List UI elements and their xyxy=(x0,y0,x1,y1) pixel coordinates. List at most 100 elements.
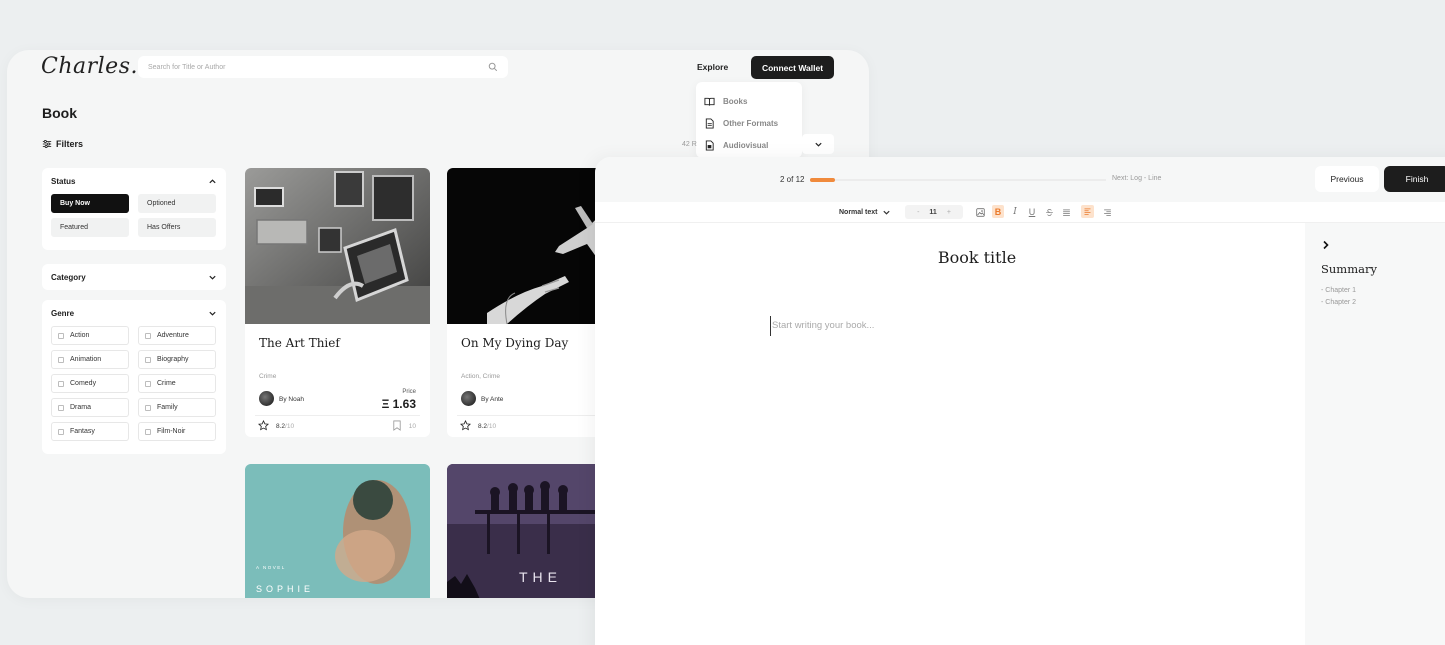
category-title: Category xyxy=(51,272,86,282)
strikethrough-icon xyxy=(1045,208,1053,216)
bookmark-count: 10 xyxy=(408,423,416,430)
search-input[interactable]: Search for Title or Author xyxy=(138,56,508,78)
rating-value: 8.2 xyxy=(276,423,286,430)
price-label: Price xyxy=(402,389,416,395)
status-featured[interactable]: Featured xyxy=(51,218,129,237)
checkbox[interactable] xyxy=(58,332,64,339)
checkbox[interactable] xyxy=(145,404,151,411)
genre-title: Genre xyxy=(51,308,75,318)
checkbox[interactable] xyxy=(145,428,151,435)
author-avatar xyxy=(461,391,476,406)
genre-action[interactable]: Action xyxy=(51,326,129,345)
genre-fantasy[interactable]: Fantasy xyxy=(51,422,129,441)
genre-header[interactable]: Genre xyxy=(51,300,217,326)
previous-button[interactable]: Previous xyxy=(1315,166,1379,192)
font-size-decrease[interactable]: - xyxy=(917,209,919,216)
text-style-value: Normal text xyxy=(839,208,878,216)
sort-select[interactable] xyxy=(802,134,834,154)
genre-crime[interactable]: Crime xyxy=(138,374,216,393)
font-size-increase[interactable]: + xyxy=(947,209,951,216)
progress-bar xyxy=(810,178,1106,182)
explore-link[interactable]: Explore xyxy=(697,62,728,72)
chevron-right-icon[interactable] xyxy=(1321,240,1331,250)
category-filter-panel[interactable]: Category xyxy=(42,264,226,290)
genre-comedy[interactable]: Comedy xyxy=(51,374,129,393)
divider xyxy=(255,415,420,416)
progress-text: 2 of 12 xyxy=(780,175,805,184)
document-body-input[interactable]: Start writing your book... xyxy=(772,320,874,331)
align-justify-button[interactable] xyxy=(1060,205,1072,219)
text-caret xyxy=(770,316,771,336)
genre-animation[interactable]: Animation xyxy=(51,350,129,369)
genre-biography[interactable]: Biography xyxy=(138,350,216,369)
book-author[interactable]: By Noah xyxy=(279,396,304,403)
align-right-button[interactable] xyxy=(1101,205,1113,219)
book-cover-image xyxy=(245,168,430,324)
genre-film-noir[interactable]: Film-Noir xyxy=(138,422,216,441)
menu-item-other-formats[interactable]: Other Formats xyxy=(704,112,802,134)
genre-label: Film-Noir xyxy=(157,428,186,435)
document-title[interactable]: Book title xyxy=(895,248,1059,267)
genre-label: Biography xyxy=(157,356,189,363)
status-has-offers[interactable]: Has Offers xyxy=(138,218,216,237)
checkbox[interactable] xyxy=(145,380,151,387)
menu-item-audiovisual[interactable]: Audiovisual xyxy=(704,134,802,156)
status-buy-now[interactable]: Buy Now xyxy=(51,194,129,213)
genre-label: Fantasy xyxy=(70,428,95,435)
genre-label: Drama xyxy=(70,404,92,411)
genre-label: Family xyxy=(157,404,178,411)
menu-item-label: Other Formats xyxy=(723,118,779,128)
checkbox[interactable] xyxy=(145,356,151,363)
rating-max: /10 xyxy=(487,423,497,430)
genre-label: Crime xyxy=(157,380,176,387)
star-icon[interactable] xyxy=(460,420,471,431)
cover-title: SOPHIE xyxy=(256,584,314,594)
text-style-select[interactable]: Normal text xyxy=(839,205,891,219)
finish-button[interactable]: Finish xyxy=(1384,166,1445,192)
book-card[interactable]: The Art Thief Crime By Noah Price Ξ 1.63… xyxy=(245,168,430,437)
underline-button[interactable]: U xyxy=(1026,205,1038,219)
book-title[interactable]: The Art Thief xyxy=(259,336,340,350)
filters-toggle[interactable]: Filters xyxy=(42,139,83,149)
book-rating: 8.2/10 xyxy=(478,423,496,430)
search-placeholder: Search for Title or Author xyxy=(148,63,226,71)
book-title[interactable]: On My Dying Day xyxy=(461,336,568,350)
genre-label: Action xyxy=(70,332,90,339)
book-open-icon xyxy=(704,97,715,106)
filters-label: Filters xyxy=(56,139,84,149)
editor-topbar: 2 of 12 Next: Log - Line Previous Finish xyxy=(595,157,1445,202)
status-header[interactable]: Status xyxy=(51,168,217,194)
checkbox[interactable] xyxy=(58,428,64,435)
font-size-stepper[interactable]: - 11 + xyxy=(905,205,963,219)
checkbox[interactable] xyxy=(58,356,64,363)
insert-image-button[interactable] xyxy=(973,205,987,219)
status-optioned[interactable]: Optioned xyxy=(138,194,216,213)
book-cover-image: A NOVEL SOPHIE xyxy=(245,464,430,598)
genre-adventure[interactable]: Adventure xyxy=(138,326,216,345)
document-icon xyxy=(705,117,714,129)
summary-sidebar: Summary - Chapter 1 - Chapter 2 xyxy=(1305,223,1445,645)
bookmark-icon[interactable] xyxy=(392,420,402,431)
category-header[interactable]: Category xyxy=(51,264,217,290)
strikethrough-button[interactable] xyxy=(1043,205,1055,219)
genre-drama[interactable]: Drama xyxy=(51,398,129,417)
chevron-down-icon xyxy=(209,275,216,280)
chapter-item[interactable]: - Chapter 1 xyxy=(1321,285,1445,297)
menu-item-books[interactable]: Books xyxy=(704,90,802,112)
checkbox[interactable] xyxy=(58,404,64,411)
book-author[interactable]: By Ante xyxy=(481,396,503,403)
star-icon[interactable] xyxy=(258,420,269,431)
bold-button[interactable]: B xyxy=(992,205,1004,218)
cover-subtitle: A NOVEL xyxy=(256,565,286,570)
genre-filter-panel: Genre Action Adventure Animation Biograp… xyxy=(42,300,226,454)
genre-family[interactable]: Family xyxy=(138,398,216,417)
align-left-button[interactable] xyxy=(1081,205,1094,218)
checkbox[interactable] xyxy=(145,332,151,339)
chapter-item[interactable]: - Chapter 2 xyxy=(1321,297,1445,309)
book-card[interactable]: A NOVEL SOPHIE xyxy=(245,464,430,598)
checkbox[interactable] xyxy=(58,380,64,387)
connect-wallet-button[interactable]: Connect Wallet xyxy=(751,56,834,79)
logo[interactable]: Charles. xyxy=(41,54,138,79)
italic-button[interactable]: I xyxy=(1009,205,1021,219)
book-genre: Action, Crime xyxy=(461,373,501,380)
